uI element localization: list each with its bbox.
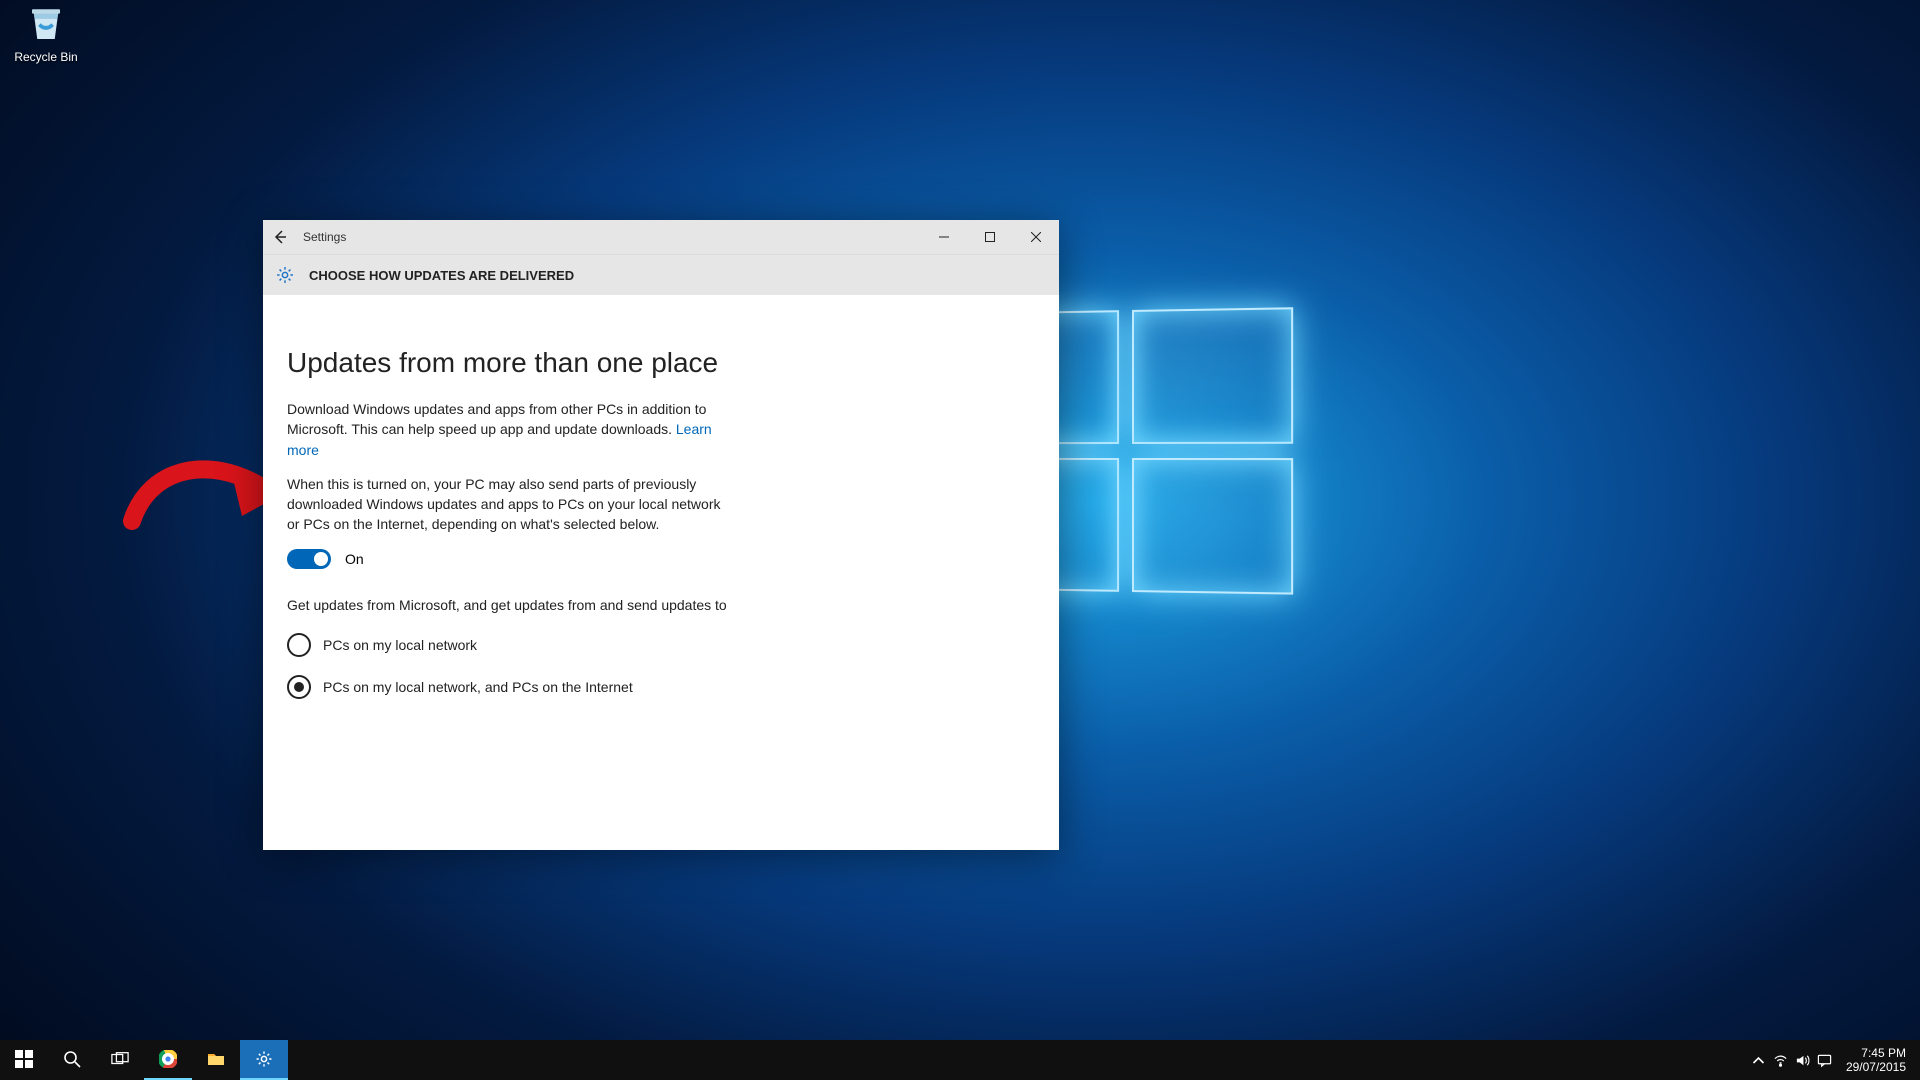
explanation-text: When this is turned on, your PC may also… (287, 474, 727, 535)
tray-overflow-icon[interactable] (1748, 1053, 1770, 1068)
back-button[interactable] (263, 220, 297, 254)
taskbar: 7:45 PM 29/07/2015 (0, 1040, 1920, 1080)
radio-local-network[interactable]: PCs on my local network (287, 633, 1059, 657)
desktop-wallpaper[interactable]: Recycle Bin Settings CHOOSE HOW UPDATES … (0, 0, 1920, 1080)
subheader-title: CHOOSE HOW UPDATES ARE DELIVERED (309, 268, 574, 283)
start-button[interactable] (0, 1040, 48, 1080)
maximize-button[interactable] (967, 220, 1013, 254)
settings-content[interactable]: Updates from more than one place Downloa… (263, 295, 1059, 850)
close-button[interactable] (1013, 220, 1059, 254)
window-title: Settings (303, 230, 346, 244)
annotation-arrow (120, 426, 280, 536)
clock-time: 7:45 PM (1846, 1046, 1906, 1060)
clock-date: 29/07/2015 (1846, 1060, 1906, 1074)
toggle-state-label: On (345, 551, 364, 567)
radio-icon (287, 675, 311, 699)
taskbar-clock[interactable]: 7:45 PM 29/07/2015 (1836, 1046, 1916, 1074)
radio-label: PCs on my local network, and PCs on the … (323, 679, 633, 695)
radio-local-and-internet[interactable]: PCs on my local network, and PCs on the … (287, 675, 1059, 699)
minimize-button[interactable] (921, 220, 967, 254)
radio-label: PCs on my local network (323, 637, 477, 653)
taskbar-file-explorer[interactable] (192, 1040, 240, 1080)
window-titlebar[interactable]: Settings (263, 220, 1059, 254)
task-view-button[interactable] (96, 1040, 144, 1080)
wifi-icon[interactable] (1770, 1053, 1792, 1068)
system-tray: 7:45 PM 29/07/2015 (1744, 1040, 1920, 1080)
page-heading: Updates from more than one place (287, 347, 1059, 379)
settings-window: Settings CHOOSE HOW UPDATES ARE DELIVERE… (263, 220, 1059, 850)
search-button[interactable] (48, 1040, 96, 1080)
radio-group-label: Get updates from Microsoft, and get upda… (287, 595, 727, 615)
taskbar-chrome[interactable] (144, 1040, 192, 1080)
window-subheader: CHOOSE HOW UPDATES ARE DELIVERED (263, 254, 1059, 295)
recycle-bin-label: Recycle Bin (8, 50, 84, 64)
taskbar-settings[interactable] (240, 1040, 288, 1080)
action-center-icon[interactable] (1814, 1053, 1836, 1068)
intro-text: Download Windows updates and apps from o… (287, 399, 727, 460)
radio-icon (287, 633, 311, 657)
gear-icon (275, 265, 295, 285)
delivery-toggle[interactable] (287, 549, 331, 569)
volume-icon[interactable] (1792, 1053, 1814, 1068)
recycle-bin-icon[interactable]: Recycle Bin (8, 4, 84, 64)
